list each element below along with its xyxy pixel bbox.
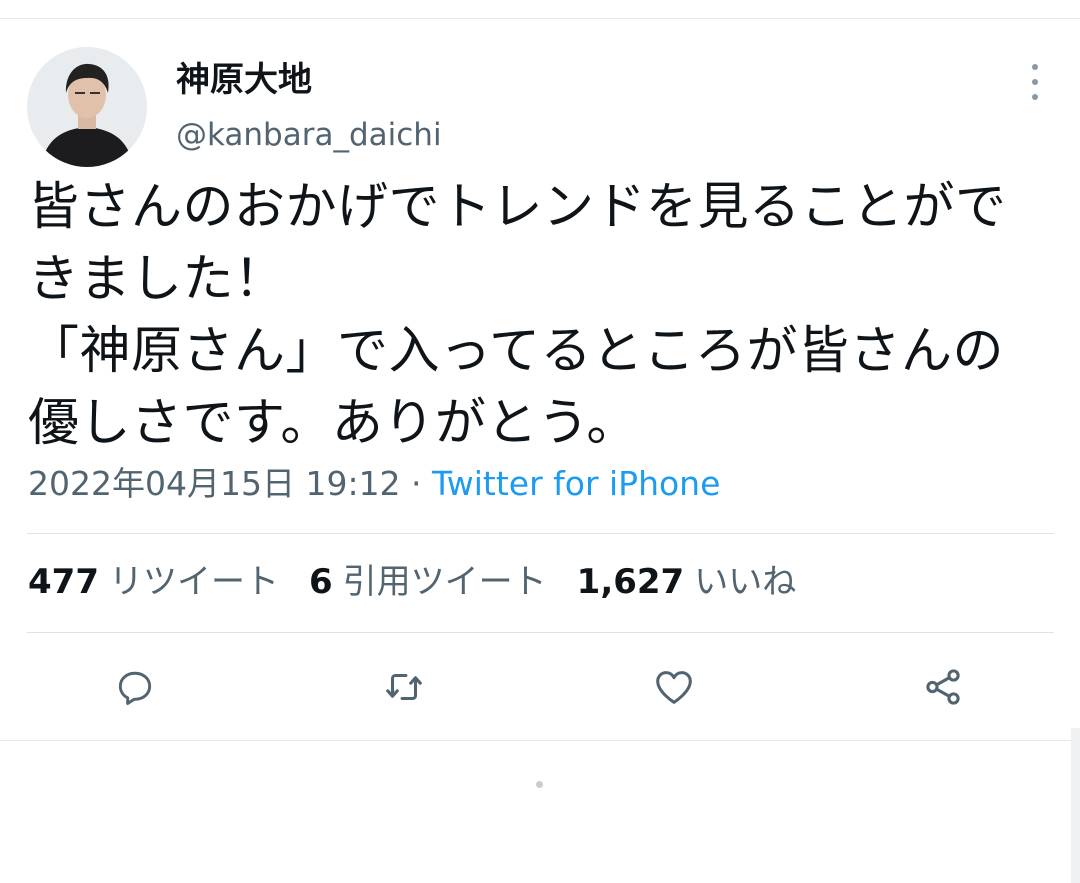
like-button[interactable] (651, 664, 697, 710)
stats-bottom-divider (27, 632, 1054, 633)
tweet-text: 皆さんのおかげでトレンドを見ることができました！ 「神原さん」で入ってるところが… (28, 178, 1007, 453)
scrollbar[interactable] (1071, 728, 1080, 883)
retweet-icon (386, 673, 422, 701)
bottom-divider (0, 740, 1080, 741)
share-button[interactable] (920, 664, 966, 710)
display-name[interactable]: 神原大地 (176, 58, 312, 102)
retweet-count[interactable]: 477 リツイート (28, 558, 279, 606)
reply-button[interactable] (112, 664, 158, 710)
more-dot (1032, 94, 1038, 100)
retweet-button[interactable] (381, 664, 427, 710)
stat-label: リツイート (108, 562, 279, 602)
profile-photo-icon (27, 47, 147, 167)
like-icon (656, 671, 692, 704)
stats-top-divider (27, 533, 1054, 534)
more-dot (1032, 79, 1038, 85)
tweet-timestamp[interactable]: 2022年04月15日 19:12 (28, 464, 401, 503)
top-divider (0, 18, 1080, 19)
reply-icon (118, 671, 152, 705)
quote-tweet-count[interactable]: 6 引用ツイート (309, 558, 547, 606)
like-count[interactable]: 1,627 いいね (577, 558, 797, 606)
stat-number: 6 (308, 562, 333, 602)
more-dot (1032, 64, 1038, 70)
tweet-source-link[interactable]: Twitter for iPhone (432, 464, 720, 503)
stat-number: 1,627 (576, 562, 685, 602)
tweet-meta: 2022年04月15日 19:12 · Twitter for iPhone (28, 462, 720, 506)
avatar[interactable] (27, 47, 147, 167)
stat-number: 477 (28, 562, 99, 602)
stat-label: 引用ツイート (342, 562, 547, 602)
share-icon (926, 669, 960, 705)
user-handle[interactable]: @kanbara_daichi (176, 114, 442, 156)
more-options-icon[interactable] (1018, 64, 1052, 100)
meta-separator: · (400, 464, 433, 503)
tweet-stats: 477 リツイート 6 引用ツイート 1,627 いいね (28, 558, 826, 606)
stat-label: いいね (694, 562, 797, 602)
page-indicator-dot (536, 781, 543, 788)
